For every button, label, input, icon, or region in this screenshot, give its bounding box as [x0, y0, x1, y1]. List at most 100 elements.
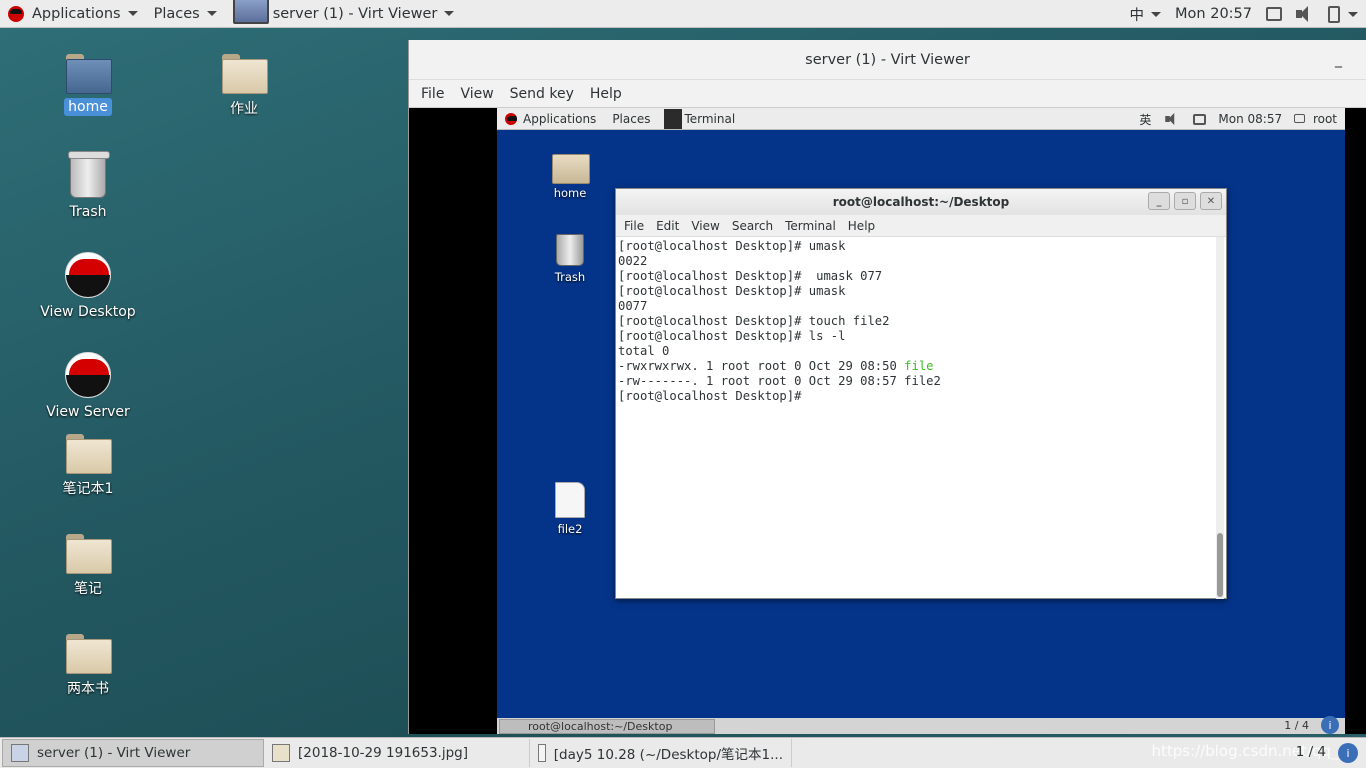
terminal-output[interactable]: [root@localhost Desktop]# umask 0022 [root…: [616, 237, 1216, 599]
network-icon[interactable]: [1193, 113, 1207, 125]
folder-icon: [66, 634, 112, 674]
terminal-line: [root@localhost Desktop]# touch file2: [618, 314, 890, 328]
chevron-down-icon: [127, 11, 138, 16]
desktop-icon-label: 两本书: [67, 681, 109, 697]
task-label: [day5 10.28 (~/Desktop/笔记本1...: [553, 747, 783, 763]
close-button[interactable]: ✕: [1200, 192, 1222, 210]
terminal-line: 0022: [618, 254, 648, 268]
volume-icon[interactable]: [1296, 6, 1314, 22]
places-label: Places: [153, 5, 200, 22]
desktop-icon-notes[interactable]: 笔记: [28, 534, 148, 598]
system-tray: 中 Mon 20:57: [1130, 0, 1358, 28]
applications-menu[interactable]: Applications: [0, 0, 146, 28]
volume-icon[interactable]: [1165, 113, 1180, 125]
terminal-menu-view[interactable]: View: [685, 219, 725, 233]
active-window-menu[interactable]: server (1) - Virt Viewer: [225, 0, 463, 28]
input-method-label: 中: [1129, 7, 1145, 24]
folder-icon: [66, 534, 112, 574]
guest-desktop-icon-file2[interactable]: file2: [530, 482, 610, 536]
terminal-menu-help[interactable]: Help: [842, 219, 881, 233]
menu-send-key[interactable]: Send key: [502, 86, 582, 102]
minimize-button[interactable]: _: [1148, 192, 1170, 210]
terminal-line: -rw-------. 1 root root 0 Oct 29 08:57 f…: [618, 374, 941, 388]
terminal-menu-terminal[interactable]: Terminal: [779, 219, 842, 233]
clock[interactable]: Mon 20:57: [1175, 6, 1252, 22]
terminal-line: 0077: [618, 299, 648, 313]
monitor-icon: [11, 744, 29, 762]
applications-label: Applications: [32, 5, 121, 22]
image-viewer-icon: [272, 744, 290, 762]
minimize-button[interactable]: _: [1335, 52, 1342, 68]
folder-icon: [222, 54, 268, 94]
desktop-icon-label: 笔记本1: [62, 481, 114, 497]
home-folder-icon: [552, 152, 590, 184]
battery-icon[interactable]: [1328, 5, 1340, 23]
guest-system-tray: 英 Mon 08:57 root: [1139, 108, 1337, 130]
guest-user-menu[interactable]: root: [1294, 112, 1337, 126]
guest-places-label: Places: [612, 111, 651, 126]
terminal-scrollbar[interactable]: [1216, 237, 1224, 599]
guest-clock[interactable]: Mon 08:57: [1218, 112, 1282, 126]
ls-row-prefix: -rwxrwxrwx. 1 root root 0 Oct 29 08:50: [618, 359, 905, 373]
terminal-line: -rwxrwxrwx. 1 root root 0 Oct 29 08:50 f…: [618, 359, 1214, 374]
redhat-icon: [505, 112, 517, 125]
desktop-icon-label: View Server: [46, 404, 130, 420]
terminal-titlebar[interactable]: root@localhost:~/Desktop _ ▫ ✕: [616, 189, 1226, 215]
desktop-icon-two-books[interactable]: 两本书: [28, 634, 148, 698]
desktop-icon-label: Trash: [69, 204, 107, 220]
active-window-label: server (1) - Virt Viewer: [272, 5, 438, 22]
places-menu[interactable]: Places: [146, 0, 225, 28]
guest-applications-menu[interactable]: Applications: [497, 112, 604, 126]
terminal-menu-file[interactable]: File: [618, 219, 650, 233]
virt-viewer-menubar: File View Send key Help: [409, 80, 1366, 108]
guest-taskbar: root@localhost:~/Desktop 1 / 4 i: [497, 716, 1345, 734]
terminal-line: [root@localhost Desktop]# umask: [618, 239, 846, 253]
terminal-menu-edit[interactable]: Edit: [650, 219, 685, 233]
guest-display[interactable]: Applications Places Terminal 英 Mon 08:57…: [497, 108, 1345, 734]
task-virt-viewer[interactable]: server (1) - Virt Viewer: [2, 739, 264, 767]
terminal-prompt: [root@localhost Desktop]#: [618, 389, 802, 403]
desktop-icon-homework[interactable]: 作业: [184, 54, 304, 118]
desktop-icon-view-server[interactable]: View Server: [28, 352, 148, 420]
help-icon[interactable]: i: [1321, 716, 1339, 734]
chevron-down-icon[interactable]: [1348, 11, 1358, 17]
help-icon[interactable]: i: [1338, 743, 1358, 763]
desktop-icon-label: home: [553, 186, 587, 200]
desktop-icon-label: 作业: [230, 101, 258, 117]
window-title: server (1) - Virt Viewer: [805, 51, 970, 68]
guest-desktop-icon-trash[interactable]: Trash: [530, 234, 610, 284]
terminal-menubar: File Edit View Search Terminal Help: [616, 215, 1226, 237]
guest-task-terminal[interactable]: root@localhost:~/Desktop: [499, 719, 715, 734]
desktop-icon-home[interactable]: home: [28, 54, 148, 116]
guest-top-panel: Applications Places Terminal 英 Mon 08:57…: [497, 108, 1345, 130]
chevron-down-icon: [444, 11, 455, 16]
guest-input-method[interactable]: 英: [1139, 111, 1151, 128]
task-label: server (1) - Virt Viewer: [37, 745, 191, 761]
menu-file[interactable]: File: [413, 86, 452, 102]
trash-icon: [556, 234, 584, 266]
maximize-button[interactable]: ▫: [1174, 192, 1196, 210]
guest-workspace-indicator[interactable]: 1 / 4: [1284, 719, 1309, 732]
chevron-down-icon: [206, 11, 217, 16]
desktop-icon-view-desktop[interactable]: View Desktop: [28, 252, 148, 320]
input-method-menu[interactable]: 中: [1130, 0, 1162, 28]
guest-desktop-icon-home[interactable]: home: [530, 152, 610, 200]
menu-view[interactable]: View: [452, 86, 501, 102]
desktop-icon-trash[interactable]: Trash: [28, 151, 148, 220]
menu-help[interactable]: Help: [582, 86, 630, 102]
network-icon[interactable]: [1266, 7, 1282, 21]
task-image-viewer[interactable]: [2018-10-29 191653.jpg]: [264, 739, 530, 767]
redhat-logo-icon: [65, 252, 111, 298]
virt-viewer-titlebar[interactable]: server (1) - Virt Viewer _: [409, 40, 1366, 80]
workspace-indicator[interactable]: 1 / 4: [1296, 744, 1326, 760]
desktop-icon-label: 笔记: [74, 581, 102, 597]
desktop-icon-notebook1[interactable]: 笔记本1: [28, 434, 148, 498]
terminal-menu-search[interactable]: Search: [726, 219, 779, 233]
terminal-line: [root@localhost Desktop]# ls -l: [618, 329, 846, 343]
trash-icon: [68, 151, 110, 198]
desktop-icon-label: file2: [557, 522, 583, 536]
task-text-editor[interactable]: [day5 10.28 (~/Desktop/笔记本1...: [530, 739, 792, 767]
virt-viewer-window: server (1) - Virt Viewer _ File View Sen…: [408, 40, 1366, 734]
guest-terminal-window-menu[interactable]: Terminal: [658, 108, 743, 129]
guest-places-menu[interactable]: Places: [604, 112, 658, 126]
